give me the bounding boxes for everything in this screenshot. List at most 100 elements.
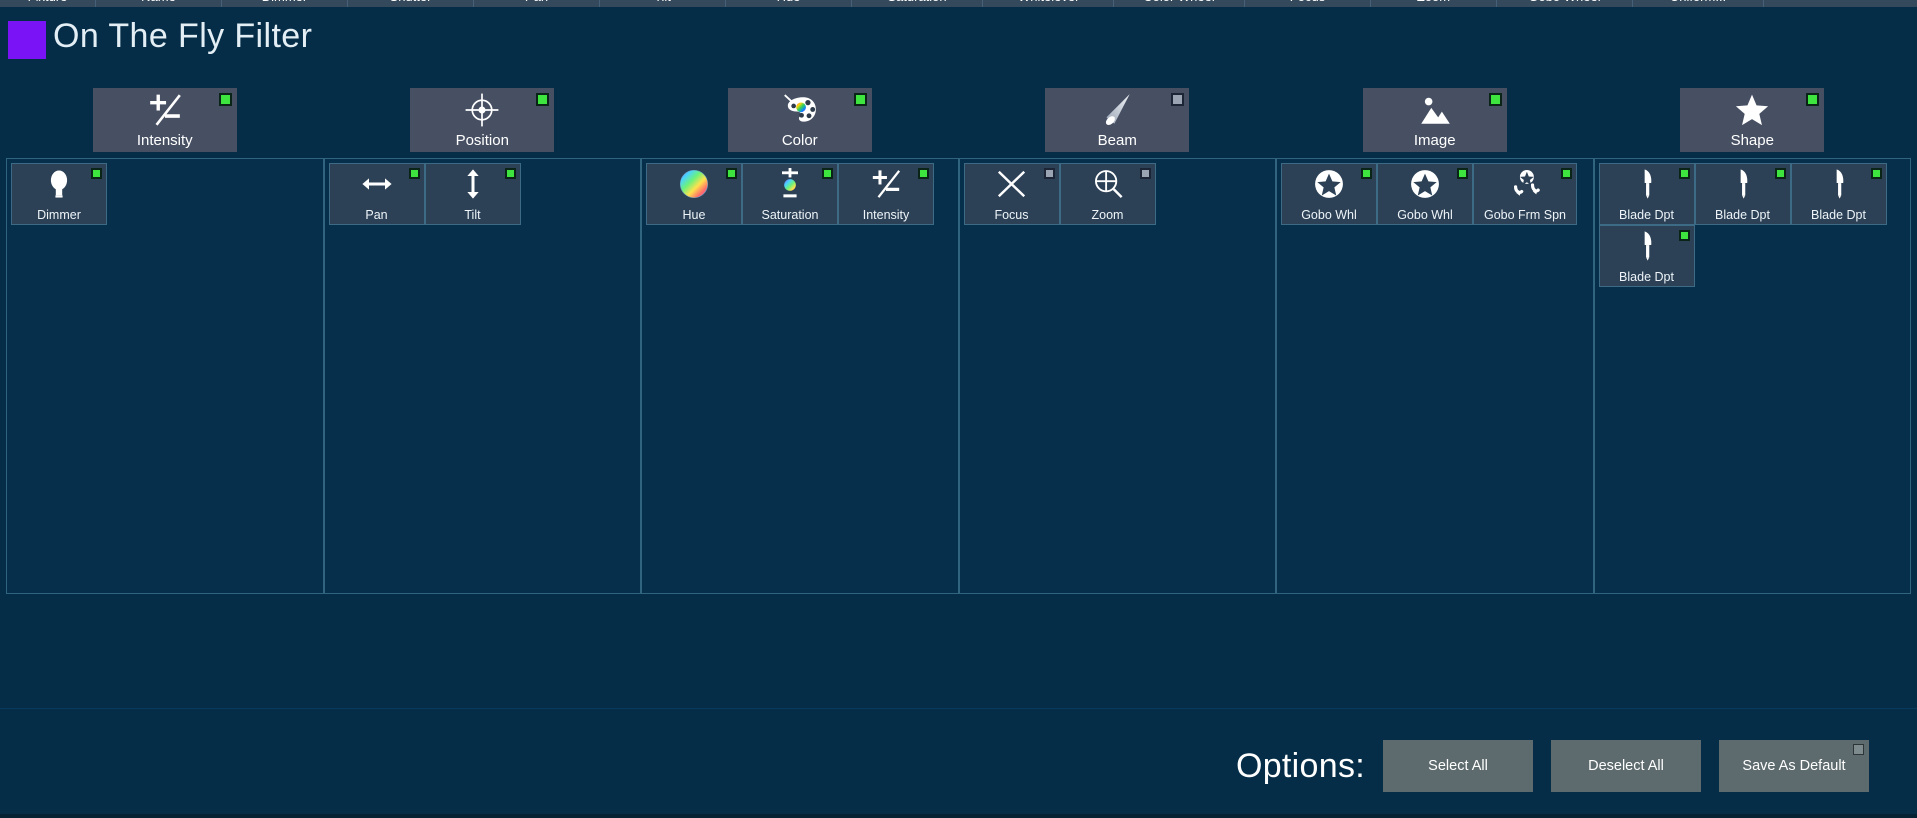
attribute-tile-focus[interactable]: Focus [963, 163, 1060, 225]
blade-icon [1819, 166, 1859, 202]
attribute-panel-shape: Blade Dpt Blade Dpt Blade Dpt Blade Dpt [1593, 158, 1911, 594]
attribute-label: Gobo Whl [1301, 208, 1357, 222]
deselect-all-button[interactable]: Deselect All [1551, 740, 1701, 792]
attribute-select-indicator[interactable] [1043, 168, 1055, 179]
color-swatch[interactable] [8, 21, 46, 59]
column-header-uniform[interactable]: Uniform... [1633, 0, 1763, 3]
attribute-select-indicator[interactable] [1361, 168, 1372, 179]
blade-icon [1627, 228, 1667, 264]
options-label: Options: [1235, 747, 1365, 785]
column-header-focus[interactable]: Focus [1245, 0, 1370, 3]
column-header-color-wheel[interactable]: Color Wheel [1114, 0, 1244, 3]
attribute-select-indicator[interactable] [1139, 168, 1151, 179]
attribute-label: Hue [682, 208, 706, 222]
column-header-saturation[interactable]: Saturation [852, 0, 982, 3]
save-as-default-button[interactable]: Save As Default [1719, 740, 1869, 792]
column-divider[interactable] [1763, 0, 1764, 7]
attribute-label: Blade Dpt [1619, 270, 1674, 284]
attribute-select-indicator[interactable] [1678, 168, 1690, 179]
blade-icon [1627, 166, 1667, 202]
category-select-indicator[interactable] [1171, 93, 1185, 106]
options-bar: Options: Select All Deselect All Save As D… [0, 714, 1917, 818]
blade-icon [1723, 166, 1763, 202]
attribute-tile-tilt[interactable]: Tilt [424, 163, 521, 225]
attribute-label: Gobo Frm Spn [1484, 208, 1566, 222]
column-header-gobo-wheel[interactable]: Gobo Wheel [1497, 0, 1632, 3]
save-as-default-checkbox[interactable] [1853, 744, 1864, 755]
attribute-tile-dimmer[interactable]: Dimmer [11, 163, 107, 225]
page-title: On The Fly Filter [53, 17, 313, 55]
category-select-indicator[interactable] [536, 93, 550, 106]
attribute-group-shape: Shape Blade Dpt Blade Dpt Blade Dpt Blad… [1593, 88, 1911, 708]
attribute-label: Dimmer [37, 208, 81, 222]
attribute-label: Tilt [464, 208, 481, 222]
select-all-button[interactable]: Select All [1383, 740, 1533, 792]
category-tile-beam[interactable]: Beam [1045, 88, 1190, 152]
attribute-tile-zoom[interactable]: Zoom [1059, 163, 1156, 225]
saturation-icon [770, 166, 810, 202]
attribute-tile-gobo-whl[interactable]: Gobo Whl [1281, 163, 1377, 225]
column-header-hue[interactable]: Hue [726, 0, 851, 3]
magnifier-plus-icon [1088, 166, 1128, 202]
attribute-tile-blade-dpt[interactable]: Blade Dpt [1598, 225, 1695, 287]
attribute-select-indicator[interactable] [726, 168, 737, 179]
attribute-group-image: Image Gobo Whl Gobo Whl Gobo Frm Spn [1276, 88, 1594, 708]
gobo-frame-spin-icon [1505, 166, 1545, 202]
color-wheel-icon [674, 166, 714, 202]
attribute-tile-blade-dpt[interactable]: Blade Dpt [1598, 163, 1695, 225]
category-label: Position [455, 132, 509, 149]
plus-minus-slash-icon [144, 91, 186, 129]
attribute-tile-hue[interactable]: Hue [646, 163, 742, 225]
attribute-select-indicator[interactable] [1457, 168, 1468, 179]
attribute-label: Blade Dpt [1715, 208, 1770, 222]
column-header-zoom[interactable]: Zoom [1371, 0, 1496, 3]
attribute-label: Zoom [1091, 208, 1124, 222]
attribute-tile-saturation[interactable]: Saturation [742, 163, 838, 225]
attribute-label: Pan [365, 208, 388, 222]
attribute-select-indicator[interactable] [822, 168, 833, 179]
category-tile-image[interactable]: Image [1362, 88, 1507, 152]
category-tile-position[interactable]: Position [410, 88, 555, 152]
crosshair-target-icon [461, 91, 503, 129]
attribute-select-indicator[interactable] [918, 168, 929, 179]
attribute-select-indicator[interactable] [91, 168, 102, 179]
attribute-select-indicator[interactable] [1678, 230, 1690, 241]
attribute-groups-container: Intensity Dimmer Position Pan Tilt Color… [0, 88, 1917, 708]
title-bar: On The Fly Filter [0, 7, 1917, 59]
category-select-indicator[interactable] [218, 93, 232, 106]
column-header-fixture[interactable]: Fixture [0, 0, 95, 3]
attribute-tile-blade-dpt[interactable]: Blade Dpt [1694, 163, 1791, 225]
category-select-indicator[interactable] [1806, 93, 1820, 106]
category-label: Intensity [136, 132, 193, 149]
attribute-tile-pan[interactable]: Pan [328, 163, 425, 225]
attribute-tile-gobo-frm-spn[interactable]: Gobo Frm Spn [1473, 163, 1577, 225]
attribute-tile-blade-dpt[interactable]: Blade Dpt [1790, 163, 1887, 225]
category-tile-intensity[interactable]: Intensity [92, 88, 237, 152]
attribute-panel-beam: Focus Zoom [958, 158, 1276, 594]
attribute-tile-intensity[interactable]: Intensity [838, 163, 934, 225]
attribute-label: Gobo Whl [1397, 208, 1453, 222]
column-header-name[interactable]: Name [96, 0, 221, 3]
attribute-tile-gobo-whl[interactable]: Gobo Whl [1377, 163, 1473, 225]
category-tile-color[interactable]: Color [727, 88, 872, 152]
column-header-shutter[interactable]: Shutter [348, 0, 473, 3]
attribute-select-indicator[interactable] [1561, 168, 1572, 179]
category-select-indicator[interactable] [1488, 93, 1502, 106]
column-header-pan[interactable]: Pan [474, 0, 599, 3]
attribute-group-position: Position Pan Tilt [323, 88, 641, 708]
focus-crossing-lines-icon [992, 166, 1032, 202]
attribute-select-indicator[interactable] [1870, 168, 1882, 179]
attribute-select-indicator[interactable] [1774, 168, 1786, 179]
category-tile-shape[interactable]: Shape [1680, 88, 1825, 152]
attribute-select-indicator[interactable] [408, 168, 420, 179]
picture-mountain-icon [1414, 91, 1456, 129]
paint-palette-icon [779, 91, 821, 129]
column-header-dimmer[interactable]: Dimmer [222, 0, 347, 3]
attribute-panel-intensity: Dimmer [6, 158, 324, 594]
category-select-indicator[interactable] [853, 93, 867, 106]
attribute-select-indicator[interactable] [504, 168, 516, 179]
divider [0, 708, 1917, 709]
gobo-star-icon [1309, 166, 1349, 202]
column-header-whitelevel[interactable]: Whitelevel [983, 0, 1113, 3]
column-header-tilt[interactable]: Tilt [600, 0, 725, 3]
